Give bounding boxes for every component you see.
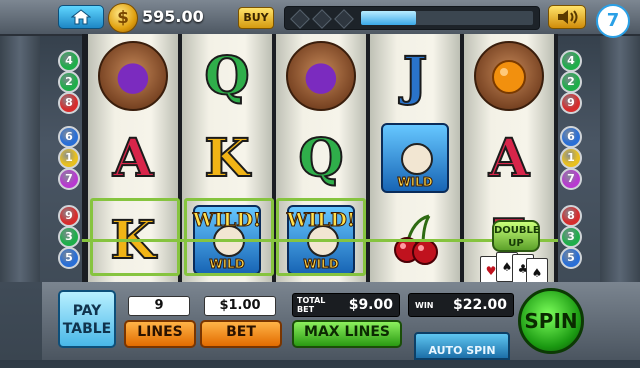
max-lines-button[interactable]: MAX LINES [292,320,402,348]
pay-table-button[interactable]: PAY TABLE [58,290,116,348]
payline-marker-3: 3 [58,226,80,248]
reel-4: J WILD [370,34,460,282]
symbol-wild: WILD [370,118,460,198]
right-pillar [600,34,640,282]
payline-marker-4: 4 [58,50,80,72]
bet-value: $1.00 [204,296,276,316]
total-bet-value: $9.00 [348,297,393,313]
payline-marker-9: 9 [560,92,582,114]
symbol-grapes: ● [276,36,366,116]
payline-marker-9: 9 [58,205,80,227]
win-highlight [184,198,274,276]
diamond-icon [334,9,354,29]
grapes-icon: ● [115,53,151,99]
speaker-icon [558,10,578,24]
payline-marker-8: 8 [560,205,582,227]
diamond-icon [290,9,310,29]
payline-marker-1: 1 [58,147,80,169]
coin-icon: $ [108,3,138,33]
payline-marker-6: 6 [560,126,582,148]
sound-button[interactable] [548,5,586,29]
payline-marker-5: 5 [58,247,80,269]
symbol-grapes: ● [88,36,178,116]
symbol-ace: A [488,127,530,190]
buy-button[interactable]: BUY [238,7,274,29]
payline-marker-7: 7 [560,168,582,190]
orange-icon [492,60,526,94]
symbol-ace: A [112,127,154,190]
lines-button[interactable]: LINES [124,320,196,348]
grapes-icon: ● [303,53,339,99]
payline-marker-8: 8 [58,92,80,114]
payline-marker-3: 3 [560,226,582,248]
home-icon [71,9,91,25]
home-button[interactable] [58,5,104,29]
lines-value: 9 [128,296,190,316]
payline-marker-2: 2 [560,71,582,93]
symbol-queen: Q [297,127,344,190]
xp-bar [284,6,540,30]
payline-marker-2: 2 [58,71,80,93]
coin-balance: 595.00 [142,7,204,26]
symbol-queen: Q [203,45,250,108]
symbol-jack: J [402,45,429,108]
total-bet-label: TOTAL BET [297,296,326,314]
win-highlight [276,198,366,276]
xp-progress-fill [361,11,416,25]
diamond-icon [312,9,332,29]
payline-marker-7: 7 [58,168,80,190]
jester-icon [401,143,433,175]
payline-marker-1: 1 [560,147,582,169]
total-bet-display: TOTAL BET $9.00 [292,293,400,317]
auto-spin-button[interactable]: AUTO SPIN [414,332,510,360]
win-label: WIN [415,301,434,310]
payline-marker-5: 5 [560,247,582,269]
left-pillar [0,34,40,282]
win-display: WIN $22.00 [408,293,514,317]
double-up-button[interactable]: DOUBLE UP [492,220,540,252]
win-value: $22.00 [452,297,507,313]
bet-button[interactable]: BET [200,320,282,348]
game-logo: 7 [596,4,630,38]
symbol-king: K [203,127,250,190]
win-highlight [90,198,180,276]
cards-icon: ♥ ♠ ♣ ♠ [476,250,548,288]
payline-marker-6: 6 [58,126,80,148]
payline-marker-4: 4 [560,50,582,72]
spin-button[interactable]: SPIN [518,288,584,354]
symbol-orange [464,36,554,116]
